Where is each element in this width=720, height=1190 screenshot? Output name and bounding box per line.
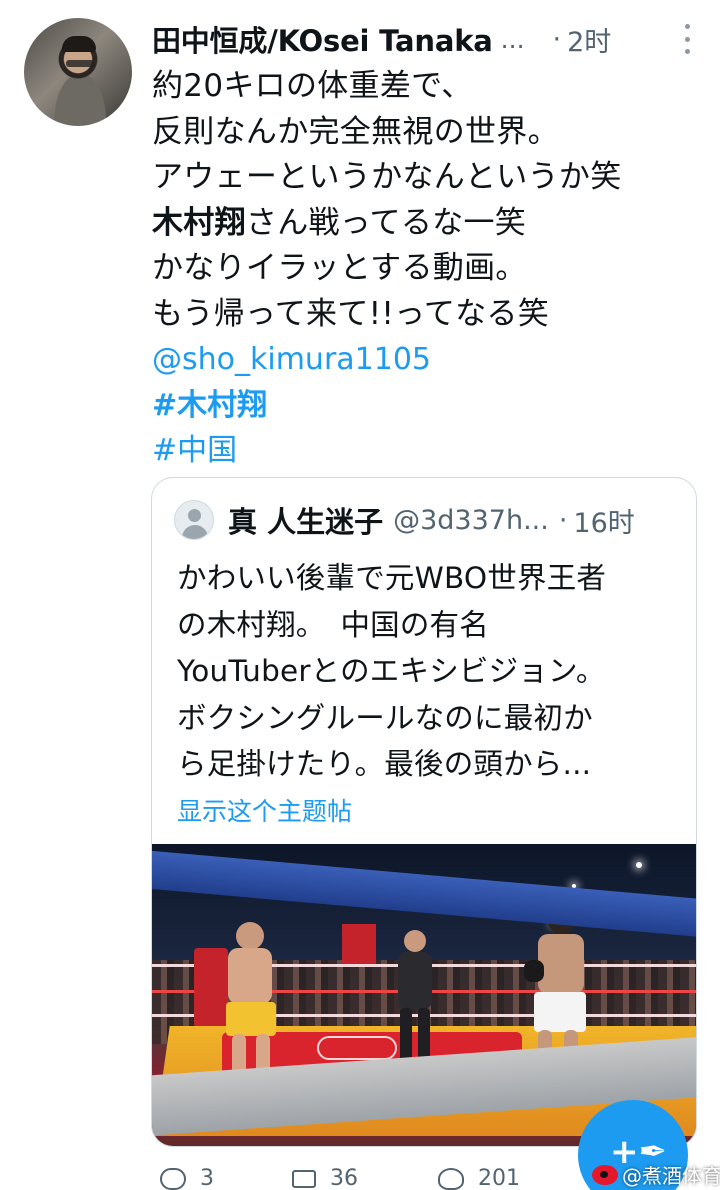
hashtag-link[interactable]: #中国	[152, 428, 712, 474]
quoted-line: ら足掛けたり。最後の頭から...	[177, 747, 592, 781]
retweet-button[interactable]: 36	[292, 1166, 358, 1190]
fighter-left	[222, 922, 282, 1082]
author-name[interactable]: 田中恒成/KOsei Tanaka	[152, 18, 493, 60]
tweet-line: 約20キロの体重差で、	[152, 68, 473, 104]
reply-icon	[160, 1167, 186, 1190]
bold-name: 木村翔	[152, 204, 246, 241]
avatar-glasses	[66, 60, 94, 67]
default-avatar-icon[interactable]	[174, 500, 214, 540]
quoted-time[interactable]: 16时	[573, 501, 634, 540]
reply-button[interactable]: 3	[160, 1166, 214, 1190]
tweet-line: アウェーというかなんというか笑	[152, 159, 622, 195]
weibo-icon	[592, 1164, 618, 1185]
red-banner	[342, 924, 376, 964]
tweet-time[interactable]: 2时	[567, 20, 611, 59]
hashtag-link[interactable]: #木村翔	[152, 383, 712, 429]
mention-link[interactable]: @sho_kimura1105	[152, 337, 712, 383]
header-separator: ·	[552, 23, 562, 55]
weibo-watermark: @煮酒体育	[592, 1160, 720, 1189]
quoted-author-name[interactable]: 真 人生迷子	[228, 499, 383, 541]
avatar-hair	[62, 36, 96, 52]
quoted-line: YouTuberとのエキシビジョン。	[177, 654, 606, 688]
author-avatar[interactable]	[24, 18, 132, 126]
retweet-icon	[292, 1169, 316, 1188]
name-ellipsis: ...	[500, 24, 525, 54]
quoted-text: かわいい後輩で元WBO世界王者 の木村翔。 中国の有名 YouTuberとのエキ…	[177, 555, 682, 832]
tweet-line: 反則なんか完全無視の世界。	[152, 113, 559, 150]
like-count: 201	[478, 1166, 520, 1190]
ring-logo	[317, 1036, 397, 1060]
tweet-header: 田中恒成/KOsei Tanaka ... · 2时	[152, 16, 697, 62]
boxing-ring-video-thumbnail[interactable]	[152, 844, 696, 1146]
quoted-line: かわいい後輩で元WBO世界王者	[177, 561, 607, 595]
tweet-line-rest: さん戦ってるな一笑	[245, 204, 527, 241]
retweet-count: 36	[330, 1166, 358, 1190]
quoted-separator: ·	[558, 504, 568, 536]
tweet-card[interactable]: 田中恒成/KOsei Tanaka ... · 2时 約20キロの体重差で、 反…	[0, 0, 720, 1190]
quoted-tweet[interactable]: 真 人生迷子 @3d337h... · 16时 かわいい後輩で元WBO世界王者 …	[151, 477, 697, 1147]
tweet-line: もう帰って来て!!ってなる笑	[152, 295, 550, 332]
show-thread-link[interactable]: 显示这个主题帖	[177, 792, 682, 832]
quoted-line: の木村翔。 中国の有名	[177, 607, 489, 642]
tweet-line: 木村翔さん戦ってるな一笑	[152, 201, 712, 247]
tweet-text: 約20キロの体重差で、 反則なんか完全無視の世界。 アウェーというかなんというか…	[152, 64, 712, 474]
like-button[interactable]: 201	[438, 1166, 520, 1190]
reply-count: 3	[200, 1166, 214, 1190]
quoted-handle[interactable]: @3d337h...	[393, 505, 549, 536]
quoted-header: 真 人生迷子 @3d337h... · 16时	[174, 500, 635, 540]
tweet-line: かなりイラッとする動画。	[152, 250, 527, 286]
more-icon[interactable]	[681, 24, 693, 54]
quoted-line: ボクシングルールなのに最初か	[177, 700, 593, 735]
like-icon	[438, 1167, 464, 1190]
watermark-text: @煮酒体育	[622, 1164, 720, 1188]
